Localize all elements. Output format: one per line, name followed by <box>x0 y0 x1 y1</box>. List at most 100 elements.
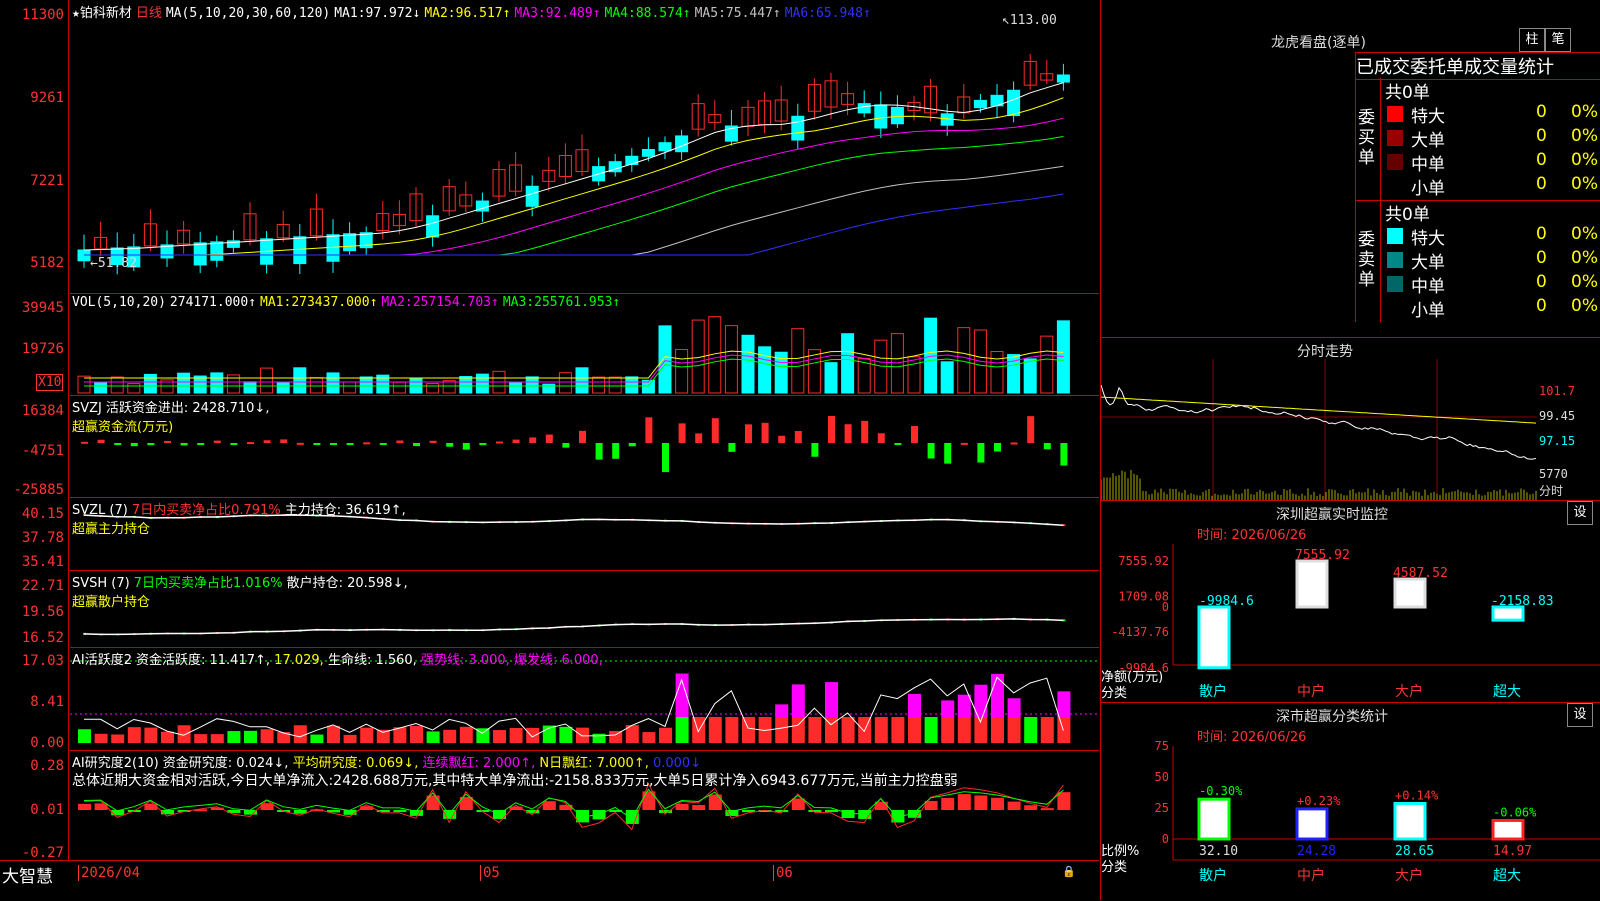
volume-bar <box>326 372 340 394</box>
flow-bar <box>1060 443 1068 466</box>
x-tick: 06 <box>773 865 793 881</box>
order-row-count: 0 <box>1536 126 1547 146</box>
monitor-y-tick: 7555.92 <box>1118 554 1169 568</box>
y-tick: 7221 <box>30 173 64 189</box>
intraday-tick: 99.45 <box>1539 409 1576 423</box>
volume-bar <box>459 376 473 394</box>
classification-stats-panel[interactable]: 深市超赢分类统计 设 时间: 2026/06/26 75 50 25 0 -0.30% 3… <box>1101 702 1600 900</box>
research-bar <box>808 810 822 812</box>
ai-activity-panel[interactable]: AI活跃度2 资金活跃度: 11.417↑, 17.029, 生命线: 1.560… <box>70 647 1099 751</box>
ratio-value-label: 24.28 <box>1297 844 1336 859</box>
order-row-count: 0 <box>1536 174 1547 194</box>
flow-bar <box>280 439 288 443</box>
activity-bar <box>194 734 208 743</box>
ai2-title: AI研究度2(10) <box>72 756 159 771</box>
research-bar <box>991 797 1004 810</box>
activity-bar-top <box>775 704 789 717</box>
volume-bar <box>210 372 224 394</box>
flow-bar <box>994 443 1001 452</box>
order-row-pct: 0% <box>1571 224 1598 244</box>
activity-bar <box>360 727 374 743</box>
ai-research-panel[interactable]: AI研究度2(10) 资金研究度: 0.024↓, 平均研究度: 0.069↓, … <box>70 750 1099 861</box>
flow-bar <box>944 443 952 464</box>
ai1-legend-item: 资金活跃度: 11.417↑, <box>136 653 275 668</box>
ai1-legend-item: 爆发线: 6.000, <box>513 653 603 668</box>
category-label: 散户 <box>1199 683 1227 700</box>
realtime-monitor-panel[interactable]: 深圳超赢实时监控 设 时间: 2026/06/26 7555.92 1709.08… <box>1101 500 1600 703</box>
order-row-label: 小单 <box>1411 179 1445 199</box>
volume-bar <box>592 376 606 394</box>
stats-tabs[interactable]: 已成交委托单成交量统计 <box>1355 52 1600 80</box>
flow-bar <box>811 443 819 457</box>
activity-bar <box>891 717 905 743</box>
flow-bar <box>363 442 371 445</box>
kline-chart-area[interactable]: 11300 9261 7221 5182 39945 19726 X10 163… <box>0 0 1100 900</box>
volume-bar <box>675 348 689 394</box>
activity-bar <box>343 734 357 743</box>
svzl-subtitle: 超赢主力持仓 <box>72 522 151 537</box>
order-row-label: 特大 <box>1411 107 1445 127</box>
category-label: 大户 <box>1395 683 1423 700</box>
activity-bar <box>675 717 689 743</box>
flow-bar <box>545 434 553 443</box>
tick-view-button[interactable]: 笔 <box>1545 28 1571 52</box>
candle <box>625 155 639 165</box>
flow-bar <box>828 415 835 443</box>
x-axis: 大智慧 2026/04 05 06 🔒 <box>0 860 1099 901</box>
svzl-panel[interactable]: SVZL (7) 7日内买卖净占比0.791% 主力持仓: 36.619↑, 超赢主… <box>70 497 1099 571</box>
ai2-legend-item: N日飘红: 7.000↑, <box>539 756 653 771</box>
star-icon[interactable]: ★ <box>72 6 80 21</box>
activity-bar <box>310 734 324 743</box>
volume-bar <box>542 383 556 394</box>
intraday-panel[interactable]: 分时走势 101.7 99.45 97.15 5770 分时 <box>1101 337 1600 501</box>
flow-bar <box>197 443 205 445</box>
volume-bar <box>193 375 207 394</box>
ma-params: MA(5,10,20,30,60,120) <box>165 6 331 21</box>
activity-bar-top <box>1007 698 1021 717</box>
ma-line <box>84 97 1064 256</box>
research-bar <box>825 810 838 813</box>
flow-bar <box>296 442 304 445</box>
candle <box>525 185 539 207</box>
legend-swatch <box>1387 106 1403 122</box>
bar-view-button[interactable]: 柱 <box>1519 28 1545 52</box>
intraday-chart <box>1101 359 1537 500</box>
candle <box>973 99 987 109</box>
candle <box>1007 89 1021 117</box>
ai1-legend-item: 生命线: 1.560, <box>327 653 421 668</box>
activity-bar <box>559 726 573 743</box>
order-row: 中单 0 0% <box>1381 150 1600 175</box>
volume-bar <box>575 367 589 394</box>
y-axis: 11300 9261 7221 5182 39945 19726 X10 163… <box>0 0 69 861</box>
ratio-change-label: -0.30% <box>1199 784 1243 798</box>
ai2-legend: 资金研究度: 0.024↓, 平均研究度: 0.069↓, 连续飘红: 2.00… <box>163 756 701 771</box>
lock-icon[interactable]: 🔒 <box>1062 865 1076 878</box>
flow-bar <box>263 440 271 443</box>
volume-bar <box>1040 335 1054 394</box>
y-tick: 39945 <box>21 300 64 316</box>
flow-bar <box>114 443 122 445</box>
buy-total: 共0单 <box>1385 83 1430 103</box>
price-panel[interactable]: ★铂科新材 日线 MA(5,10,20,30,60,120) MA1:97.972↓ M… <box>70 0 1099 294</box>
ratio-bar <box>1393 801 1427 841</box>
activity-bar <box>775 717 789 743</box>
svsh-panel[interactable]: SVSH (7) 7日内买卖净占比1.016% 散户持仓: 20.598↓, 超赢散… <box>70 570 1099 648</box>
research-bar <box>1040 808 1054 811</box>
ma-legend-item: MA5:75.447↑ <box>694 6 781 21</box>
research-bar <box>1007 801 1021 810</box>
activity-bar <box>1040 717 1054 743</box>
volume-panel[interactable]: VOL(5,10,20) 274171.000↑ MA1:273437.000↑ MA… <box>70 293 1099 396</box>
activity-bar <box>659 727 672 743</box>
flow-bar <box>711 418 719 443</box>
activity-bar <box>210 734 224 743</box>
category-label: 散户 <box>1199 867 1227 884</box>
vol-ma-legend: MA1:273437.000↑ MA2:257154.703↑ MA3:255761… <box>260 295 624 310</box>
order-row-pct: 0% <box>1571 126 1598 146</box>
order-row-count: 0 <box>1536 248 1547 268</box>
volume-bar <box>940 361 954 394</box>
ai1-legend-item: 强势线: 3.000, <box>420 653 514 668</box>
flow-bar <box>429 440 437 443</box>
activity-bar <box>1024 717 1038 743</box>
svzj-panel[interactable]: SVZJ 活跃资金进出: 2428.710↓, 超赢资金流(万元) <box>70 395 1099 498</box>
period-label[interactable]: 日线 <box>136 6 162 21</box>
